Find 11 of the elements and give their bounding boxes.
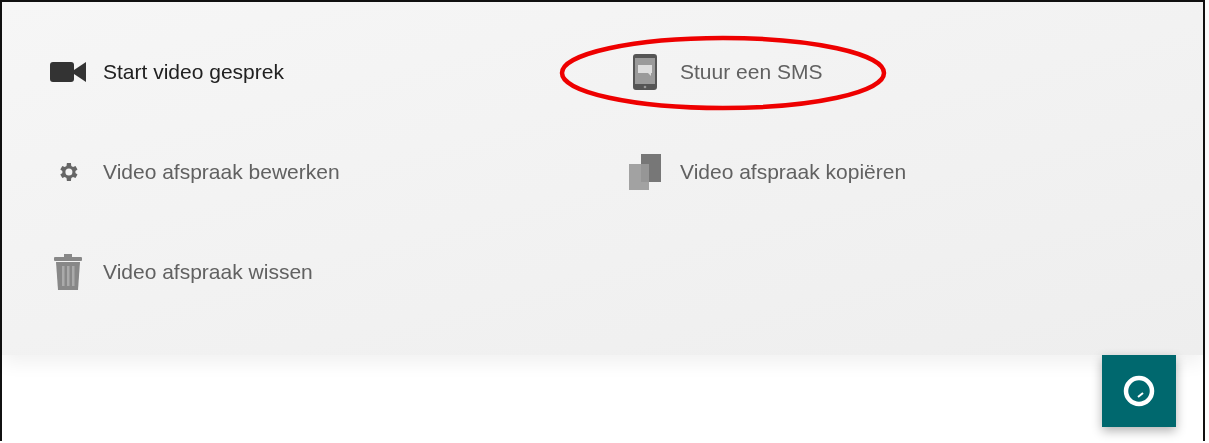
copy-icon bbox=[629, 154, 661, 190]
action-item[interactable]: Start video gesprek bbox=[103, 60, 284, 84]
action-item[interactable]: Video afspraak bewerken bbox=[103, 160, 340, 184]
action-item[interactable]: Stuur een SMS bbox=[680, 60, 823, 84]
trash-icon bbox=[54, 254, 82, 290]
phone-message-icon bbox=[633, 54, 657, 90]
chat-button[interactable] bbox=[1102, 355, 1176, 427]
video-camera-icon bbox=[50, 60, 86, 84]
action-item[interactable]: Video afspraak kopiëren bbox=[680, 160, 907, 184]
action-item[interactable]: Video afspraak wissen bbox=[103, 260, 313, 284]
ring-icon bbox=[1122, 374, 1156, 408]
